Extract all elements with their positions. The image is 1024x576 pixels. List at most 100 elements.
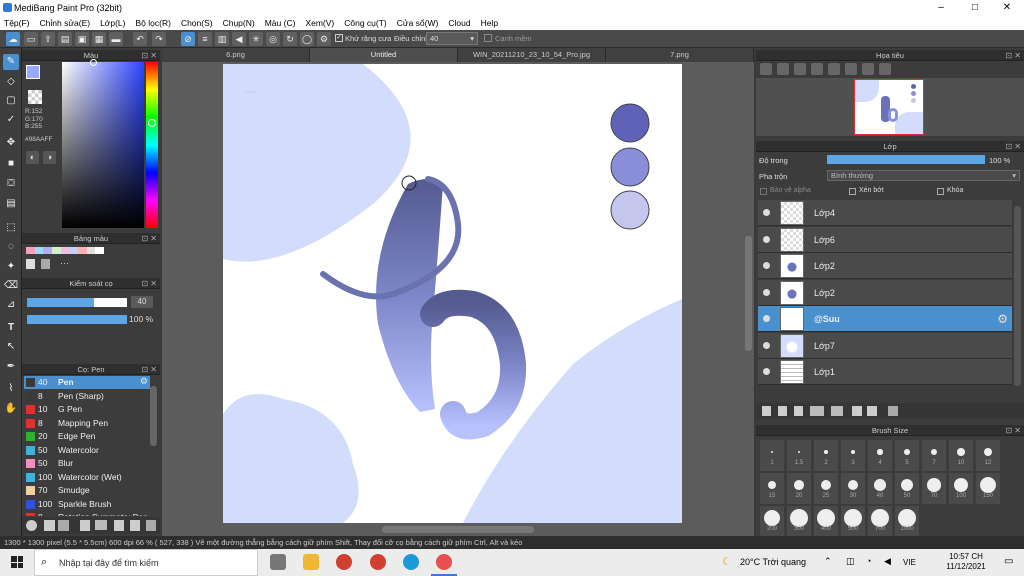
eraser-tool-icon[interactable]: ◇ [3, 74, 19, 90]
layer-list-scrollbar[interactable] [1014, 206, 1021, 386]
layer-visibility-icon[interactable] [763, 368, 770, 375]
layer-row[interactable]: Lớp1 [758, 359, 1012, 385]
tab-untitled[interactable]: Untitled [310, 48, 458, 62]
share-icon[interactable]: ⇪ [41, 32, 55, 46]
brush-item[interactable]: 8 Rotation Symmetry Pen [24, 511, 150, 516]
brush-size-option[interactable]: 4 [868, 440, 892, 471]
layer-visibility-icon[interactable] [763, 209, 770, 216]
comment-icon[interactable]: ▤ [58, 32, 72, 46]
brush-opacity-slider[interactable] [27, 315, 127, 324]
smooth-checkbox[interactable] [484, 34, 492, 42]
select-pen-icon[interactable]: ✓ [3, 112, 19, 128]
notification-icon[interactable]: ▭ [1004, 556, 1013, 567]
brush-size-option[interactable]: 500 [841, 506, 865, 537]
add-palette-icon[interactable] [26, 259, 35, 269]
tray-chevron-icon[interactable]: ⌃ [824, 556, 832, 567]
layer-folder-icon[interactable] [831, 406, 843, 416]
adjust-select[interactable]: 40 ▾ [426, 32, 478, 45]
select-eraser-icon[interactable]: ⌫ [3, 278, 19, 294]
brush-size-option[interactable]: 3 [841, 440, 865, 471]
lasso-tool-icon[interactable]: ◌ [3, 239, 19, 255]
brush-size-option[interactable]: 30 [841, 473, 865, 504]
brush-item[interactable]: 40 Pen ⚙ [24, 376, 150, 389]
snap-off-icon[interactable]: ⊘ [181, 32, 195, 46]
brush-item[interactable]: 50 Watercolor [24, 444, 150, 457]
transparent-color-swatch[interactable] [28, 90, 42, 104]
skype-icon[interactable] [403, 554, 419, 570]
cross-snap-icon[interactable]: ▥ [215, 32, 229, 46]
chat-icon[interactable]: ▣ [75, 32, 89, 46]
tab-7-png[interactable]: 7.png [606, 48, 754, 62]
move-tool-icon[interactable]: ✥ [3, 135, 19, 151]
operation-tool-icon[interactable]: ↖ [3, 339, 19, 355]
brush-tool-icon[interactable]: ✎ [3, 54, 19, 70]
add-brush-icon[interactable] [26, 520, 37, 531]
layer-menu-icon[interactable] [810, 406, 824, 416]
gradient-tool-icon[interactable]: ▤ [3, 196, 19, 212]
zoom-fit-icon[interactable] [760, 63, 772, 75]
medibang-icon[interactable] [436, 554, 452, 570]
color-wheel-icon[interactable]: ◐ [26, 151, 39, 164]
new-file-icon[interactable]: ▭ [24, 32, 38, 46]
brush-settings-gear-icon[interactable]: ⚙ [140, 376, 148, 387]
brush-size-option[interactable]: 100 [949, 473, 973, 504]
actual-size-icon[interactable] [811, 63, 823, 75]
radial-snap-icon[interactable]: ✳ [249, 32, 263, 46]
brush-size-option[interactable]: 1 [760, 440, 784, 471]
menu-help[interactable]: Help [481, 18, 498, 28]
grid-icon[interactable]: ▦ [92, 32, 106, 46]
settings-icon[interactable]: ⚙ [317, 32, 331, 46]
magic-wand-icon[interactable]: ✦ [3, 259, 19, 275]
eyedropper-tool-icon[interactable]: ✒ [3, 359, 19, 375]
delete-layer-icon[interactable] [888, 406, 898, 416]
duplicate-layer-icon[interactable] [852, 406, 862, 416]
brush-size-option[interactable]: 20 [787, 473, 811, 504]
canvas-paper[interactable]: ~~~ [223, 64, 682, 523]
dot-tool-icon[interactable]: ▢ [3, 93, 19, 109]
ruler-icon[interactable]: ▬ [109, 32, 123, 46]
add-halftone-layer-icon[interactable] [778, 406, 787, 416]
vanish-snap-icon[interactable]: ◀ [232, 32, 246, 46]
brush-size-option[interactable]: 300 [787, 506, 811, 537]
close-button[interactable]: ✕ [992, 0, 1022, 16]
layer-row[interactable]: Lớp2 [758, 279, 1012, 306]
folder-icon[interactable] [95, 520, 107, 530]
menu-file[interactable]: Tệp(F) [4, 18, 30, 28]
circle-snap-icon[interactable]: ◎ [266, 32, 280, 46]
layer-settings-gear-icon[interactable]: ⚙ [997, 312, 1008, 326]
brush-item[interactable]: 8 Mapping Pen [24, 417, 150, 430]
chrome-profile-icon[interactable] [370, 554, 386, 570]
brush-item[interactable]: 100 Watercolor (Wet) [24, 471, 150, 484]
brush-size-option[interactable]: 1000 [895, 506, 919, 537]
bucket-tool-icon[interactable]: ⛋ [3, 176, 19, 192]
hue-slider-handle[interactable] [148, 119, 156, 127]
menu-color[interactable]: Màu (C) [265, 18, 296, 28]
pen-eyedropper-icon[interactable]: ⌇ [3, 381, 19, 397]
parallel-snap-icon[interactable]: ≡ [198, 32, 212, 46]
duplicate-brush-icon[interactable] [130, 520, 140, 531]
brush-menu-icon[interactable] [58, 520, 69, 531]
saturation-value-picker[interactable] [62, 62, 144, 228]
minimize-button[interactable]: – [926, 0, 956, 16]
delete-brush-icon[interactable] [146, 520, 156, 531]
menu-view[interactable]: Xem(V) [305, 18, 334, 28]
brush-size-value[interactable]: 40 [131, 296, 153, 308]
wifi-icon[interactable]: ◔ [866, 556, 871, 566]
layer-row[interactable]: @Suu ⚙ [758, 306, 1012, 332]
copy-brush-icon[interactable] [80, 520, 90, 531]
brush-size-option[interactable]: 5 [895, 440, 919, 471]
brush-settings-icon[interactable] [114, 520, 124, 531]
brush-size-slider[interactable] [27, 298, 127, 307]
layer-row[interactable]: Lớp4 [758, 200, 1012, 226]
volume-icon[interactable]: ◀ [884, 556, 891, 567]
task-view-icon[interactable] [270, 554, 286, 570]
brush-size-option[interactable]: 15 [760, 473, 784, 504]
sv-picker-handle[interactable] [90, 59, 97, 66]
undo-icon[interactable]: ↶ [133, 32, 147, 46]
clock[interactable]: 10:57 CH 11/12/2021 [942, 552, 990, 572]
menu-snap[interactable]: Chụp(N) [223, 18, 255, 28]
redo-icon[interactable]: ↷ [152, 32, 166, 46]
zoom-in-icon[interactable] [777, 63, 789, 75]
delete-palette-icon[interactable] [41, 259, 50, 269]
brush-size-option[interactable]: 12 [976, 440, 1000, 471]
